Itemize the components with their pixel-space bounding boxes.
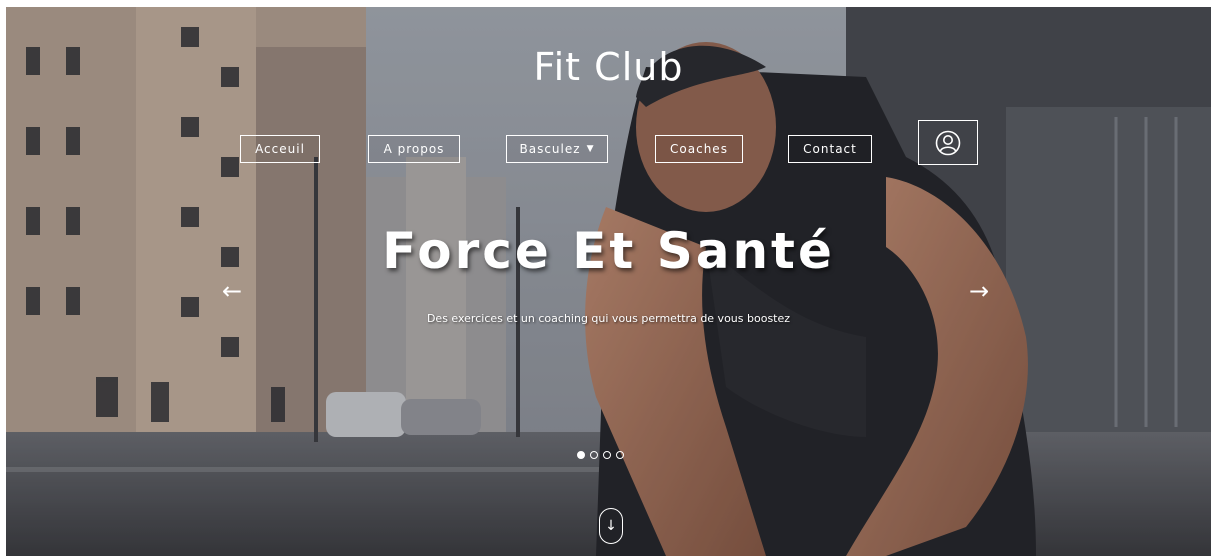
nav-item-coaches[interactable]: Coaches: [655, 135, 743, 163]
hero-subtitle: Des exercices et un coaching qui vous pe…: [426, 312, 791, 325]
nav-item-contact[interactable]: Contact: [788, 135, 872, 163]
nav-label: A propos: [383, 142, 445, 156]
hero-title: Force Et Santé: [382, 222, 835, 280]
carousel-next-arrow-icon[interactable]: →: [969, 277, 989, 305]
carousel-dot[interactable]: [590, 451, 598, 459]
user-account-button[interactable]: [918, 120, 978, 165]
nav-item-basculez[interactable]: Basculez ▼: [506, 135, 608, 163]
hero-section: Fit Club Acceuil A propos Basculez ▼ Coa…: [6, 7, 1211, 556]
nav-label: Basculez: [519, 142, 581, 156]
dark-overlay: [6, 7, 1211, 556]
scroll-down-button[interactable]: ↓: [599, 508, 623, 544]
arrow-down-icon: ↓: [605, 518, 617, 534]
carousel-indicators: [577, 451, 624, 459]
nav-item-acceuil[interactable]: Acceuil: [240, 135, 320, 163]
site-title[interactable]: Fit Club: [6, 45, 1211, 89]
nav-item-a-propos[interactable]: A propos: [368, 135, 460, 163]
nav-label: Coaches: [670, 142, 728, 156]
nav-label: Contact: [803, 142, 857, 156]
caret-down-icon: ▼: [586, 144, 595, 154]
carousel-dot[interactable]: [616, 451, 624, 459]
carousel-prev-arrow-icon[interactable]: ←: [222, 277, 242, 305]
carousel-dot[interactable]: [577, 451, 585, 459]
nav-label: Acceuil: [255, 142, 305, 156]
carousel-dot[interactable]: [603, 451, 611, 459]
user-icon: [935, 130, 961, 155]
